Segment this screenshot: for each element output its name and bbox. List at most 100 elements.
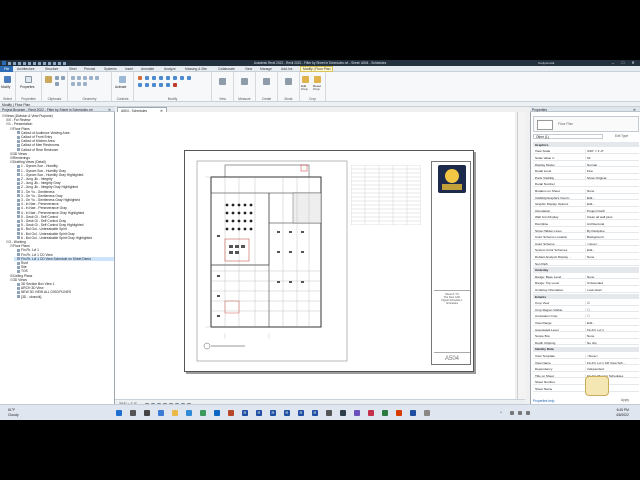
property-value[interactable]: ☐ [585,314,639,319]
property-row[interactable]: Display Model Normal [533,162,639,168]
tab-view[interactable]: View [245,67,252,71]
revit-taskbar-icon[interactable]: R [270,410,276,416]
property-value[interactable]: By Discipline [585,228,639,233]
property-value[interactable]: No clip [585,340,639,345]
property-value[interactable]: Fine [585,169,639,174]
edit-crop-icon[interactable] [302,76,309,83]
schedule-viewport[interactable] [351,165,421,225]
mirror-draw-icon[interactable] [159,76,163,80]
property-row[interactable]: Associated Level Fin.Flr. Lvl 1 [533,327,639,333]
app-icon[interactable] [368,410,374,416]
property-value[interactable]: None [585,254,639,259]
modify-cursor-icon[interactable] [4,76,11,83]
tab-massing-site[interactable]: Massing & Site [185,67,207,71]
activate-button[interactable]: Activate [115,85,126,89]
property-row[interactable]: Crop View ☑ [533,300,639,306]
property-row[interactable]: Detail Level Fine [533,168,639,174]
property-value[interactable]: None [585,334,639,339]
join-icon[interactable] [83,76,87,80]
property-row[interactable]: Orientation Project North [533,208,639,214]
tab-precast[interactable]: Precast [84,67,95,71]
project-browser-close-button[interactable]: ✕ [108,108,111,112]
property-row[interactable]: Default Analysis Display ... None [533,254,639,260]
start-icon[interactable] [116,410,122,416]
instance-filter-dropdown[interactable]: Other (1) [533,134,603,139]
property-row[interactable]: Discipline Architectural [533,221,639,227]
wifi-icon[interactable] [510,411,514,415]
tab-systems[interactable]: Systems [104,67,117,71]
modify-button[interactable]: Modify [1,85,10,89]
uncut-icon[interactable] [71,82,75,86]
property-row[interactable]: Underlay Orientation Look down [533,287,639,293]
revit-taskbar-icon[interactable]: R [256,410,262,416]
property-group-header[interactable]: Extents [533,293,639,300]
excel-icon[interactable] [200,410,206,416]
activate-icon[interactable] [119,76,126,83]
property-value[interactable]: Project North [585,208,639,213]
tab-analyze[interactable]: Analyze [164,67,176,71]
property-value[interactable]: 64 [585,155,639,160]
properties-help-link[interactable]: Properties help [533,399,554,403]
property-row[interactable]: System Color Schemes Edit... [533,248,639,253]
property-row[interactable]: Rotation on Sheet None [533,188,639,194]
tab-structure[interactable]: Structure [45,67,58,71]
apply-button[interactable]: Apply [621,398,629,402]
cut-icon[interactable] [55,76,59,80]
property-value[interactable]: Independent [585,367,639,372]
property-group-header[interactable]: Underlay [533,267,639,273]
unjoin-icon[interactable] [77,82,81,86]
paint-icon[interactable] [83,82,87,86]
create-assembly-icon[interactable] [263,78,270,85]
weather-widget[interactable]: 61°F Cloudy [8,408,19,417]
app-icon[interactable] [424,410,430,416]
sheet-a504[interactable]: Sheet # / Ttl The New CAD Digest Schedul… [184,150,474,372]
drawing-canvas[interactable]: Sheet # / Ttl The New CAD Digest Schedul… [115,112,515,399]
property-value[interactable]: Edit... [585,195,639,200]
property-value[interactable]: Edit... [585,320,639,325]
measure-tool-icon[interactable] [241,78,248,85]
edit-crop-button[interactable]: Edit Crop [301,84,313,91]
property-row[interactable]: Parts Visibility Show Original [533,175,639,181]
split-icon[interactable] [138,83,142,87]
property-row[interactable]: Scale Value 1: 64 [533,155,639,161]
app-icon[interactable] [396,410,402,416]
property-row[interactable]: Scope Box None [533,333,639,339]
property-row[interactable]: View Scale 3/16" = 1'-0" [533,149,639,154]
property-row[interactable]: View Template <None> [533,353,639,359]
property-row[interactable]: Annotation Crop ☐ [533,314,639,319]
property-row[interactable]: Color Scheme Location Background [533,234,639,240]
file-explorer-icon[interactable] [172,410,178,416]
unpin-icon[interactable] [166,83,170,87]
property-row[interactable]: Range: Base Level None [533,274,639,280]
move-icon[interactable] [166,76,170,80]
property-value[interactable]: Background [585,235,639,240]
align-icon[interactable] [138,76,142,80]
property-group-header[interactable]: Identity Data [533,346,639,352]
property-value[interactable]: 3/16" = 1'-0" [585,149,639,154]
property-row[interactable]: Dependency Independent [533,366,639,372]
delete-icon[interactable] [173,83,177,87]
split-face-icon[interactable] [95,76,99,80]
mode-icon[interactable] [285,78,292,85]
tab-manage[interactable]: Manage [260,67,272,71]
app-icon[interactable] [326,410,332,416]
browser-tree-item[interactable]: {3D - cboncik} [14,295,114,299]
reset-crop-button[interactable]: Reset Crop [313,84,325,91]
pin-icon[interactable] [159,83,163,87]
property-row[interactable]: Show Hidden Lines By Discipline [533,228,639,234]
property-row[interactable]: Depth Clipping No clip [533,340,639,346]
property-row[interactable]: Sun Path [533,261,639,267]
tab-steel[interactable]: Steel [69,67,77,71]
tab-annotate[interactable]: Annotate [141,67,154,71]
properties-button[interactable]: Properties [20,85,35,89]
powerpoint-icon[interactable] [228,410,234,416]
property-row[interactable]: View Range Edit... [533,320,639,326]
tab-insert[interactable]: Insert [125,67,133,71]
canvas-vertical-scrollbar[interactable] [517,112,526,399]
edge-icon[interactable] [186,410,192,416]
cope-icon[interactable] [71,76,75,80]
teams-icon[interactable] [354,410,360,416]
tab-add-ins[interactable]: Add-Ins [281,67,292,71]
property-value[interactable]: Architectural [585,221,639,226]
offset-icon[interactable] [145,76,149,80]
